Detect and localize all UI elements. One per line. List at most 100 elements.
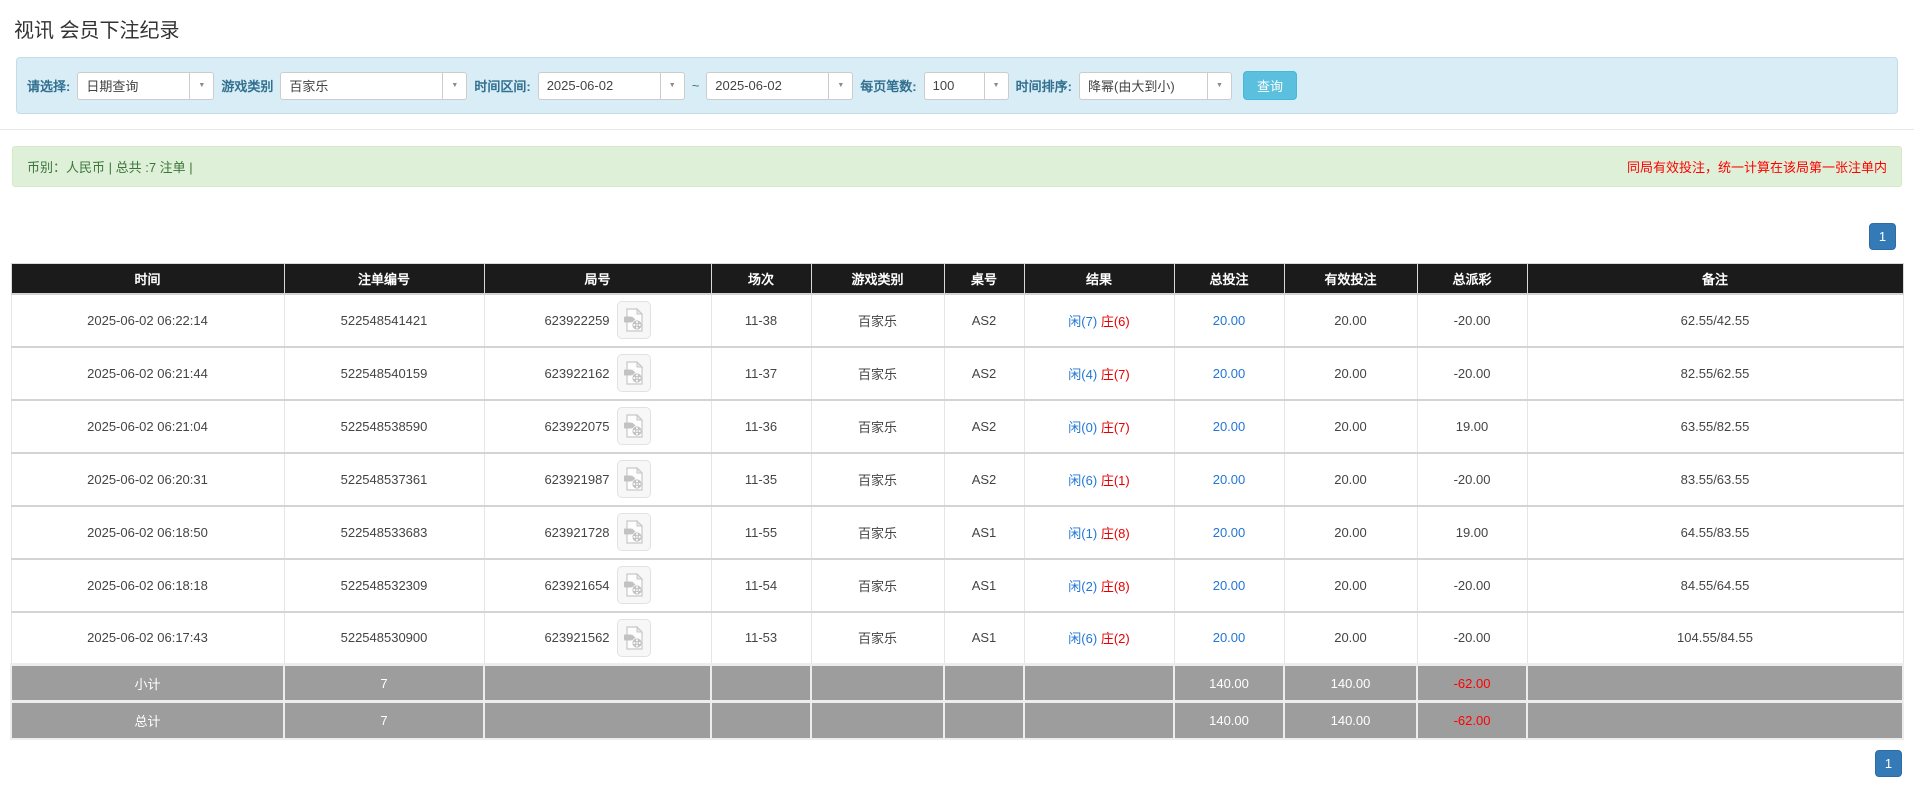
cell-result: 闲(0) 庄(7) bbox=[1024, 400, 1174, 453]
table-row: 2025-06-02 06:21:44522548540159623922162… bbox=[11, 347, 1903, 400]
round-id-wrapper: 623922259 bbox=[544, 301, 650, 339]
cell-table-no: AS2 bbox=[944, 347, 1024, 400]
cell-game-type: 百家乐 bbox=[811, 347, 944, 400]
summary-warning-text: 同局有效投注，统一计算在该局第一张注单内 bbox=[1627, 157, 1887, 176]
cell-bet-id: 522548537361 bbox=[284, 453, 484, 506]
cell-payout: -20.00 bbox=[1417, 294, 1527, 347]
cell-time: 2025-06-02 06:20:31 bbox=[11, 453, 284, 506]
cell-valid-bet: 20.00 bbox=[1284, 506, 1417, 559]
total-row-cell-0: 总计 bbox=[11, 702, 284, 739]
page-size-dropdown-button[interactable]: ▼ bbox=[984, 72, 1009, 100]
query-button[interactable]: 查询 bbox=[1243, 71, 1297, 100]
cell-time: 2025-06-02 06:18:18 bbox=[11, 559, 284, 612]
video-replay-button[interactable] bbox=[617, 301, 651, 339]
result-player: 闲(2) bbox=[1068, 579, 1097, 594]
total-bet-link[interactable]: 20.00 bbox=[1213, 419, 1246, 434]
cell-payout: -20.00 bbox=[1417, 559, 1527, 612]
cell-table-no: AS2 bbox=[944, 294, 1024, 347]
round-id-text: 623921728 bbox=[544, 525, 609, 540]
cell-valid-bet: 20.00 bbox=[1284, 559, 1417, 612]
cell-remark: 62.55/42.55 bbox=[1527, 294, 1903, 347]
cell-total-bet: 20.00 bbox=[1174, 453, 1284, 506]
table-row: 2025-06-02 06:21:04522548538590623922075… bbox=[11, 400, 1903, 453]
column-header-2: 局号 bbox=[484, 264, 711, 294]
video-replay-button[interactable] bbox=[617, 513, 651, 551]
subtotal-row-cell-3 bbox=[711, 665, 811, 702]
video-file-icon bbox=[624, 573, 644, 597]
video-replay-button[interactable] bbox=[617, 354, 651, 392]
total-bet-link[interactable]: 20.00 bbox=[1213, 630, 1246, 645]
date-from-dropdown-button[interactable]: ▼ bbox=[660, 72, 685, 100]
round-id-text: 623922162 bbox=[544, 366, 609, 381]
page-button-1[interactable]: 1 bbox=[1869, 223, 1896, 250]
total-row-cell-5 bbox=[944, 702, 1024, 739]
round-id-wrapper: 623921987 bbox=[544, 460, 650, 498]
cell-session: 11-38 bbox=[711, 294, 811, 347]
date-to-input[interactable] bbox=[706, 72, 828, 100]
video-file-icon bbox=[624, 626, 644, 650]
total-bet-link[interactable]: 20.00 bbox=[1213, 366, 1246, 381]
chevron-down-icon: ▼ bbox=[198, 82, 205, 89]
video-replay-button[interactable] bbox=[617, 566, 651, 604]
cell-session: 11-53 bbox=[711, 612, 811, 665]
column-header-7: 总投注 bbox=[1174, 264, 1284, 294]
result-player: 闲(1) bbox=[1068, 526, 1097, 541]
total-bet-link[interactable]: 20.00 bbox=[1213, 313, 1246, 328]
result-banker: 庄(7) bbox=[1101, 367, 1130, 382]
page-size-label: 每页笔数: bbox=[860, 76, 916, 95]
table-row: 2025-06-02 06:20:31522548537361 623921987… bbox=[11, 453, 1903, 506]
cell-session: 11-36 bbox=[711, 400, 811, 453]
cell-remark: 104.55/84.55 bbox=[1527, 612, 1903, 665]
cell-total-bet: 20.00 bbox=[1174, 506, 1284, 559]
result-banker: 庄(6) bbox=[1101, 314, 1130, 329]
cell-payout: -20.00 bbox=[1417, 453, 1527, 506]
bet-records-table: 时间注单编号局号场次游戏类别桌号结果总投注有效投注总派彩备注 2025-06-0… bbox=[10, 263, 1904, 740]
video-replay-button[interactable] bbox=[617, 460, 651, 498]
game-type-input[interactable] bbox=[280, 72, 442, 100]
time-sort-input[interactable] bbox=[1079, 72, 1207, 100]
round-id-text: 623921562 bbox=[544, 630, 609, 645]
video-file-icon bbox=[624, 520, 644, 544]
cell-game-type: 百家乐 bbox=[811, 506, 944, 559]
column-header-6: 结果 bbox=[1024, 264, 1174, 294]
cell-remark: 82.55/62.55 bbox=[1527, 347, 1903, 400]
date-to-dropdown-button[interactable]: ▼ bbox=[828, 72, 853, 100]
total-row: 总计7140.00140.00-62.00 bbox=[11, 702, 1903, 739]
filter-bar: 请选择: ▼ 游戏类别 ▼ 时间区间: ▼ ~ ▼ 每页笔数: ▼ 时间排序: … bbox=[16, 57, 1898, 114]
subtotal-row-cell-6 bbox=[1024, 665, 1174, 702]
subtotal-row-cell-0: 小计 bbox=[11, 665, 284, 702]
cell-valid-bet: 20.00 bbox=[1284, 400, 1417, 453]
time-sort-dropdown-button[interactable]: ▼ bbox=[1207, 72, 1232, 100]
page-size-input[interactable] bbox=[924, 72, 984, 100]
cell-time: 2025-06-02 06:17:43 bbox=[11, 612, 284, 665]
date-to-combobox: ▼ bbox=[706, 72, 853, 100]
page-size-combobox: ▼ bbox=[924, 72, 1009, 100]
game-type-dropdown-button[interactable]: ▼ bbox=[442, 72, 467, 100]
select-type-dropdown-button[interactable]: ▼ bbox=[189, 72, 214, 100]
date-from-input[interactable] bbox=[538, 72, 660, 100]
subtotal-row-cell-1: 7 bbox=[284, 665, 484, 702]
page-button-1[interactable]: 1 bbox=[1875, 750, 1902, 777]
table-header-row: 时间注单编号局号场次游戏类别桌号结果总投注有效投注总派彩备注 bbox=[11, 264, 1903, 294]
total-bet-link[interactable]: 20.00 bbox=[1213, 525, 1246, 540]
cell-result: 闲(6) 庄(1) bbox=[1024, 453, 1174, 506]
cell-total-bet: 20.00 bbox=[1174, 612, 1284, 665]
round-id-wrapper: 623922162 bbox=[544, 354, 650, 392]
total-bet-link[interactable]: 20.00 bbox=[1213, 578, 1246, 593]
select-type-input[interactable] bbox=[77, 72, 189, 100]
video-replay-button[interactable] bbox=[617, 619, 651, 657]
chevron-down-icon: ▼ bbox=[1216, 82, 1223, 89]
subtotal-row-cell-10 bbox=[1527, 665, 1903, 702]
total-bet-link[interactable]: 20.00 bbox=[1213, 472, 1246, 487]
video-replay-button[interactable] bbox=[617, 407, 651, 445]
result-banker: 庄(1) bbox=[1101, 473, 1130, 488]
table-row: 2025-06-02 06:18:50522548533683623921728… bbox=[11, 506, 1903, 559]
cell-total-bet: 20.00 bbox=[1174, 347, 1284, 400]
cell-bet-id: 522548540159 bbox=[284, 347, 484, 400]
result-player: 闲(6) bbox=[1068, 473, 1097, 488]
result-player: 闲(7) bbox=[1068, 314, 1097, 329]
summary-bar: 币别：人民币 | 总共 :7 注单 | 同局有效投注，统一计算在该局第一张注单内 bbox=[12, 146, 1902, 187]
table-row: 2025-06-02 06:17:43522548530900623921562… bbox=[11, 612, 1903, 665]
cell-round-id: 623921654 bbox=[484, 559, 711, 612]
cell-total-bet: 20.00 bbox=[1174, 400, 1284, 453]
